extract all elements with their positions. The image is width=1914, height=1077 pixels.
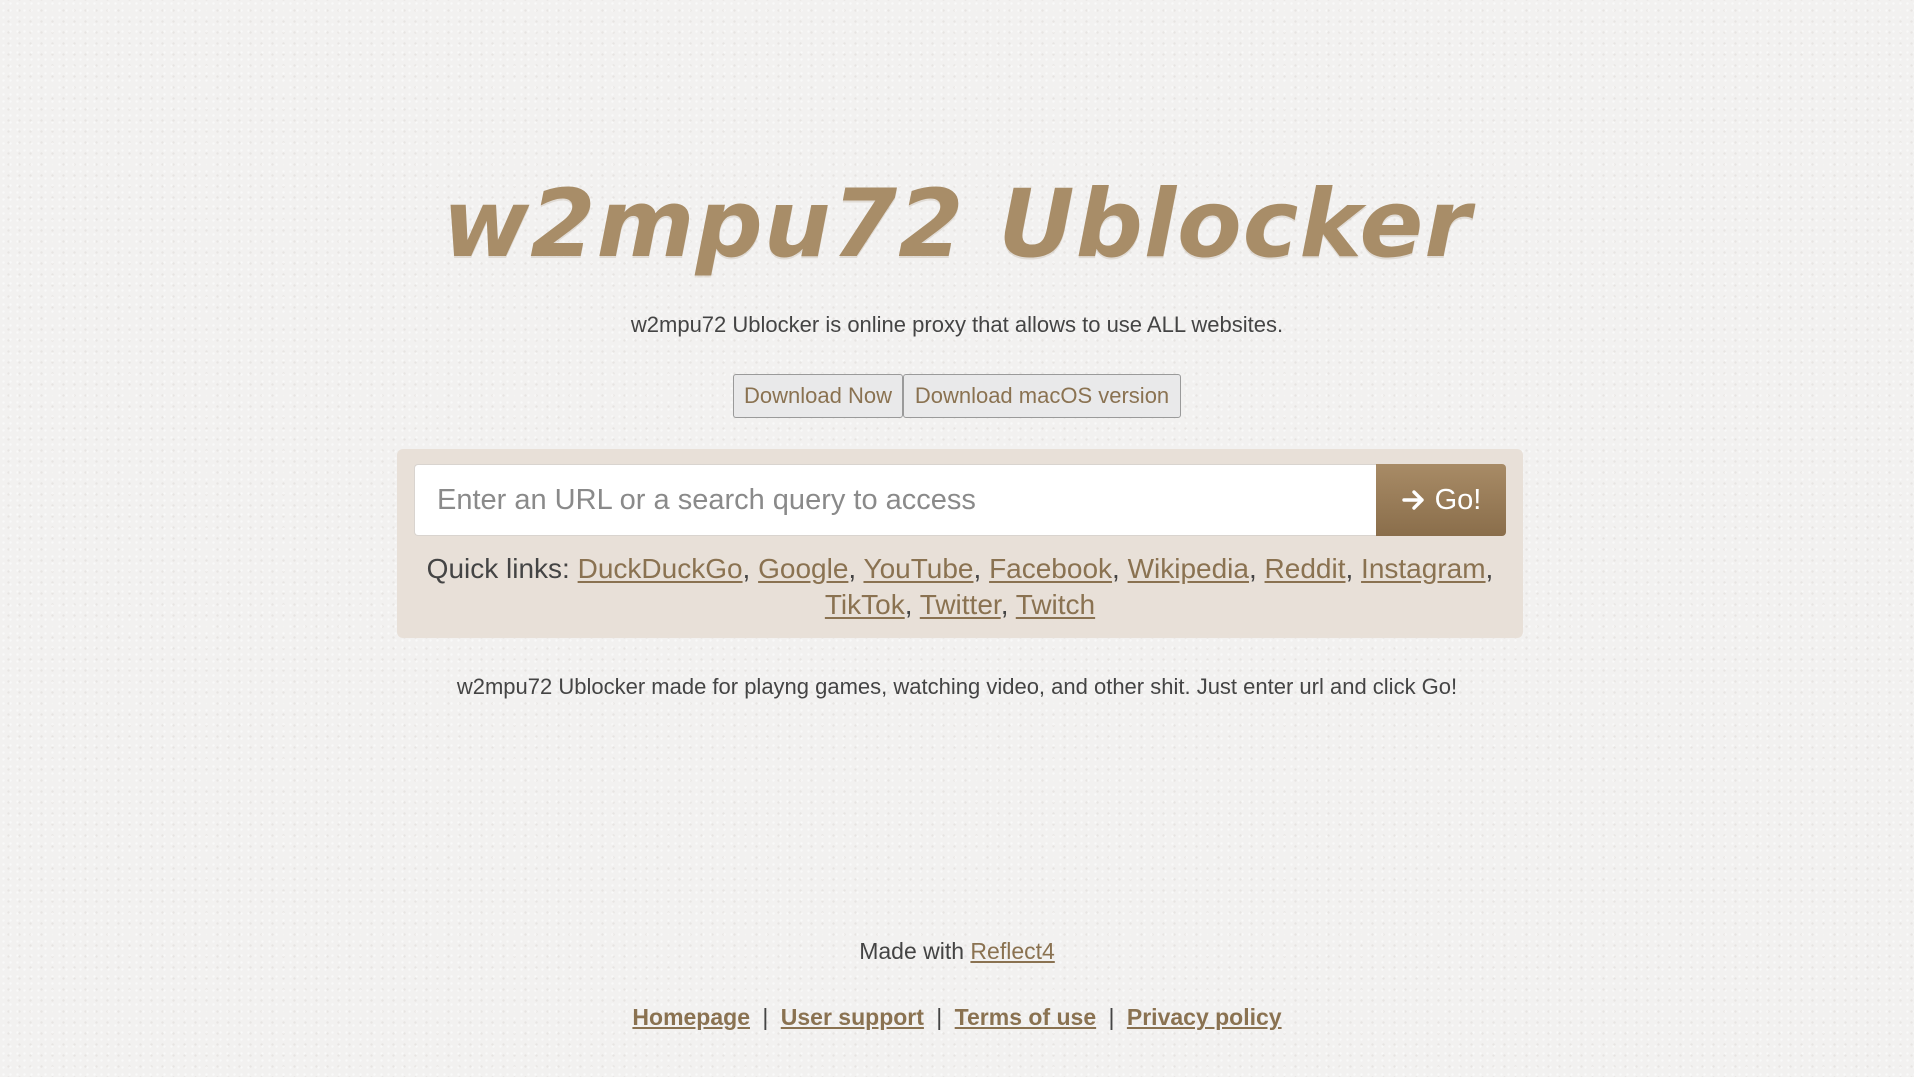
- page: w2mpu72 Ublocker w2mpu72 Ublocker is onl…: [0, 0, 1914, 1077]
- quick-link-wikipedia[interactable]: Wikipedia: [1128, 553, 1249, 584]
- quick-link-instagram[interactable]: Instagram: [1361, 553, 1486, 584]
- site-title: w2mpu72 Ublocker: [442, 170, 1472, 279]
- site-subtitle: w2mpu72 Ublocker is online proxy that al…: [630, 312, 1284, 337]
- arrow-right-icon: [1401, 487, 1427, 513]
- quick-link-tiktok[interactable]: TikTok: [825, 589, 905, 620]
- footer-separator: |: [936, 1004, 943, 1030]
- footer-link-privacy-policy[interactable]: Privacy policy: [1127, 1004, 1282, 1030]
- download-now-button[interactable]: Download Now: [733, 374, 903, 418]
- quick-link-twitch[interactable]: Twitch: [1016, 589, 1095, 620]
- quick-link-twitter[interactable]: Twitter: [920, 589, 1001, 620]
- quick-link-youtube[interactable]: YouTube: [863, 553, 973, 584]
- quick-link-duckduckgo[interactable]: DuckDuckGo: [578, 553, 743, 584]
- go-button-label: Go!: [1434, 483, 1482, 516]
- reflect4-link[interactable]: Reflect4: [970, 938, 1054, 964]
- search-panel: Go! Quick links: DuckDuckGo, Google, You…: [397, 449, 1523, 638]
- footer-link-user-support[interactable]: User support: [781, 1004, 924, 1030]
- footer-separator: |: [1108, 1004, 1115, 1030]
- tagline: w2mpu72 Ublocker made for playng games, …: [456, 674, 1458, 699]
- footer-link-homepage[interactable]: Homepage: [632, 1004, 750, 1030]
- made-with-prefix: Made with: [859, 938, 965, 964]
- download-buttons: Download Now Download macOS version: [0, 374, 1914, 418]
- go-button[interactable]: Go!: [1376, 464, 1506, 536]
- search-form: Go!: [414, 464, 1506, 536]
- quick-link-facebook[interactable]: Facebook: [989, 553, 1112, 584]
- footer-link-terms-of-use[interactable]: Terms of use: [955, 1004, 1096, 1030]
- download-macos-button[interactable]: Download macOS version: [903, 374, 1181, 418]
- made-with: Made with Reflect4: [0, 938, 1914, 965]
- search-input[interactable]: [414, 464, 1376, 536]
- quick-links-label: Quick links:: [426, 553, 570, 584]
- quick-link-reddit[interactable]: Reddit: [1265, 553, 1346, 584]
- quick-links: Quick links: DuckDuckGo, Google, YouTube…: [426, 553, 1494, 620]
- quick-link-google[interactable]: Google: [758, 553, 848, 584]
- footer-separator: |: [762, 1004, 769, 1030]
- footer-links: Homepage | User support | Terms of use |…: [0, 1004, 1914, 1031]
